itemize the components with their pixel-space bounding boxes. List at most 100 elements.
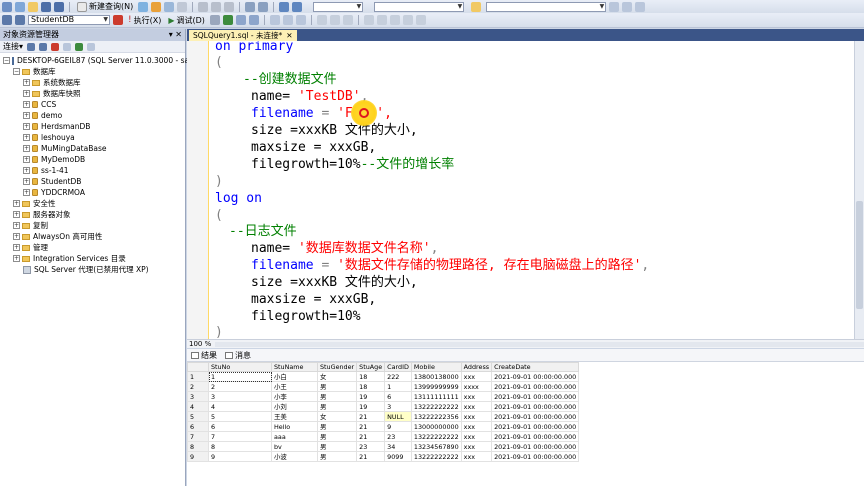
expand-icon[interactable]: + — [13, 233, 20, 240]
row-number[interactable]: 6 — [187, 421, 209, 432]
parse-icon[interactable] — [222, 15, 233, 25]
row-number[interactable]: 5 — [187, 411, 209, 422]
navigate-back-icon[interactable] — [279, 1, 290, 12]
tree-databases-node[interactable]: − 数据库 — [0, 66, 185, 77]
column-header[interactable]: CreateDate — [491, 362, 580, 372]
connect-dropdown[interactable]: 连接▾ — [3, 41, 23, 52]
tree-server-node[interactable]: − DESKTOP-6GEIL87 (SQL Server 11.0.3000 -… — [0, 55, 192, 66]
xmla-query-icon[interactable] — [164, 1, 175, 12]
expand-icon[interactable]: + — [13, 200, 20, 207]
table-row[interactable]: 1 1 小白女 18 222 13800138000 xxx 2021-09-01 00:00… — [187, 371, 580, 382]
grid-cell[interactable]: 8 — [208, 441, 272, 452]
grid-cell[interactable]: 13000000000 — [410, 421, 462, 432]
grid-cell[interactable]: 2021-09-01 00:00:00.000 — [491, 391, 580, 402]
grid-cell[interactable]: 13234567890 — [410, 441, 462, 452]
grid-cell[interactable]: xxx — [460, 371, 493, 382]
pin-close-icon[interactable]: ▾ ✕ — [169, 29, 182, 41]
expand-icon[interactable]: + — [23, 178, 30, 185]
add-item-icon[interactable] — [15, 1, 25, 12]
expand-icon[interactable]: + — [13, 244, 20, 251]
grid-cell[interactable]: bv — [271, 441, 318, 452]
tree-replication-node[interactable]: + 复制 — [0, 220, 185, 231]
cut-icon[interactable] — [198, 1, 209, 12]
disconnect-icon[interactable] — [39, 42, 48, 51]
grid-cell[interactable]: 男 — [316, 431, 358, 442]
results-to-text-icon[interactable] — [316, 15, 327, 25]
row-number[interactable]: 1 — [187, 371, 209, 382]
redo-icon[interactable] — [258, 1, 269, 12]
query-editor[interactable]: on primary ( --创建数据文件 name= 'TestDB', fi… — [187, 41, 854, 339]
expand-icon[interactable]: + — [13, 222, 20, 229]
save-icon[interactable] — [41, 1, 51, 12]
grid-cell[interactable]: 小王 — [271, 381, 318, 392]
client-stats-icon[interactable] — [295, 15, 306, 25]
grid-cell[interactable]: 222 — [384, 371, 412, 382]
copy-icon[interactable] — [211, 1, 222, 12]
execute-button[interactable]: ! 执行(X) — [126, 15, 163, 26]
grid-cell[interactable]: 小李 — [271, 391, 318, 402]
row-number[interactable]: 3 — [187, 391, 209, 402]
undo-icon[interactable] — [245, 1, 256, 12]
scrollbar-thumb[interactable] — [856, 201, 863, 309]
tree-database-item[interactable]: + YDDCRMOA — [0, 187, 185, 198]
grid-cell[interactable]: 2021-09-01 00:00:00.000 — [491, 431, 580, 442]
stop-icon[interactable] — [209, 15, 220, 25]
column-header[interactable]: StuGender — [316, 362, 358, 372]
expand-icon[interactable]: + — [23, 79, 30, 86]
tree-management-node[interactable]: + 管理 — [0, 242, 185, 253]
grid-cell[interactable]: 19 — [356, 401, 386, 412]
grid-cell[interactable]: 19 — [356, 391, 386, 402]
grid-cell[interactable]: 5 — [208, 411, 272, 422]
grid-cell[interactable]: 3 — [384, 401, 412, 412]
grid-cell[interactable]: xxx — [460, 451, 493, 462]
tab-results[interactable]: 结果 — [191, 350, 217, 361]
results-to-grid-icon[interactable] — [329, 15, 340, 25]
grid-cell[interactable]: 13111111111 — [410, 391, 462, 402]
grid-cell[interactable]: 34 — [384, 441, 412, 452]
tree-integration-services-node[interactable]: + Integration Services 目录 — [0, 253, 185, 264]
tree-database-item[interactable]: + leshouya — [0, 132, 185, 143]
table-row[interactable]: 6 6 Hello 男 21 9 13000000000 xxx 2021-09-01 00:0… — [187, 421, 580, 432]
close-tab-icon[interactable]: ✕ — [286, 30, 292, 41]
grid-cell[interactable]: 2021-09-01 00:00:00.000 — [491, 381, 580, 392]
connect-icon[interactable] — [2, 15, 12, 25]
grid-cell[interactable]: 男 — [316, 391, 358, 402]
table-row[interactable]: 7 7 aaa 男 21 23 13222222222 xxx 2021-09-01 00:00… — [187, 431, 580, 442]
grid-cell[interactable]: 男 — [316, 421, 358, 432]
grid-cell[interactable]: 2021-09-01 00:00:00.000 — [491, 441, 580, 452]
save-all-icon[interactable] — [54, 1, 64, 12]
column-header[interactable]: Mobile — [410, 362, 462, 372]
expand-icon[interactable]: + — [23, 101, 30, 108]
results-to-file-icon[interactable] — [342, 15, 353, 25]
open-file-icon[interactable] — [28, 1, 38, 12]
grid-cell[interactable]: 男 — [316, 451, 358, 462]
query-designer-icon[interactable] — [248, 15, 259, 25]
grid-cell[interactable]: xxx — [460, 401, 493, 412]
grid-cell[interactable]: 2021-09-01 00:00:00.000 — [491, 401, 580, 412]
expand-icon[interactable]: + — [23, 112, 30, 119]
new-project-icon[interactable] — [2, 1, 12, 12]
tab-messages[interactable]: 消息 — [225, 350, 251, 361]
grid-cell[interactable]: 男 — [316, 401, 358, 412]
comment-icon[interactable] — [363, 15, 374, 25]
platform-select[interactable]: ▼ — [374, 1, 465, 12]
collapse-icon[interactable]: − — [3, 57, 10, 64]
display-plan-icon[interactable] — [235, 15, 246, 25]
find-in-files-icon[interactable] — [471, 1, 482, 12]
database-select[interactable]: StudentDB ▼ — [28, 15, 110, 25]
grid-cell[interactable]: 小刘 — [271, 401, 318, 412]
row-number[interactable]: 2 — [187, 381, 209, 392]
grid-cell[interactable]: 2021-09-01 00:00:00.000 — [491, 451, 580, 462]
tree-server-objects-node[interactable]: + 服务器对象 — [0, 209, 185, 220]
dmx-query-icon[interactable] — [177, 1, 188, 12]
tab-sqlquery1[interactable]: SQLQuery1.sql - 未连接* ✕ — [189, 30, 297, 41]
zoom-level-select[interactable]: 100 % — [189, 340, 215, 348]
grid-cell[interactable]: 2021-09-01 00:00:00.000 — [491, 421, 580, 432]
find-text-combo[interactable]: ▼ — [486, 1, 607, 12]
expand-icon[interactable]: + — [23, 90, 30, 97]
grid-cell[interactable]: 6 — [208, 421, 272, 432]
grid-cell[interactable]: xxx — [460, 391, 493, 402]
tree-database-item[interactable]: + ss-1-41 — [0, 165, 185, 176]
refresh-icon[interactable] — [75, 42, 84, 51]
grid-cell[interactable]: 13800138000 — [410, 371, 462, 382]
